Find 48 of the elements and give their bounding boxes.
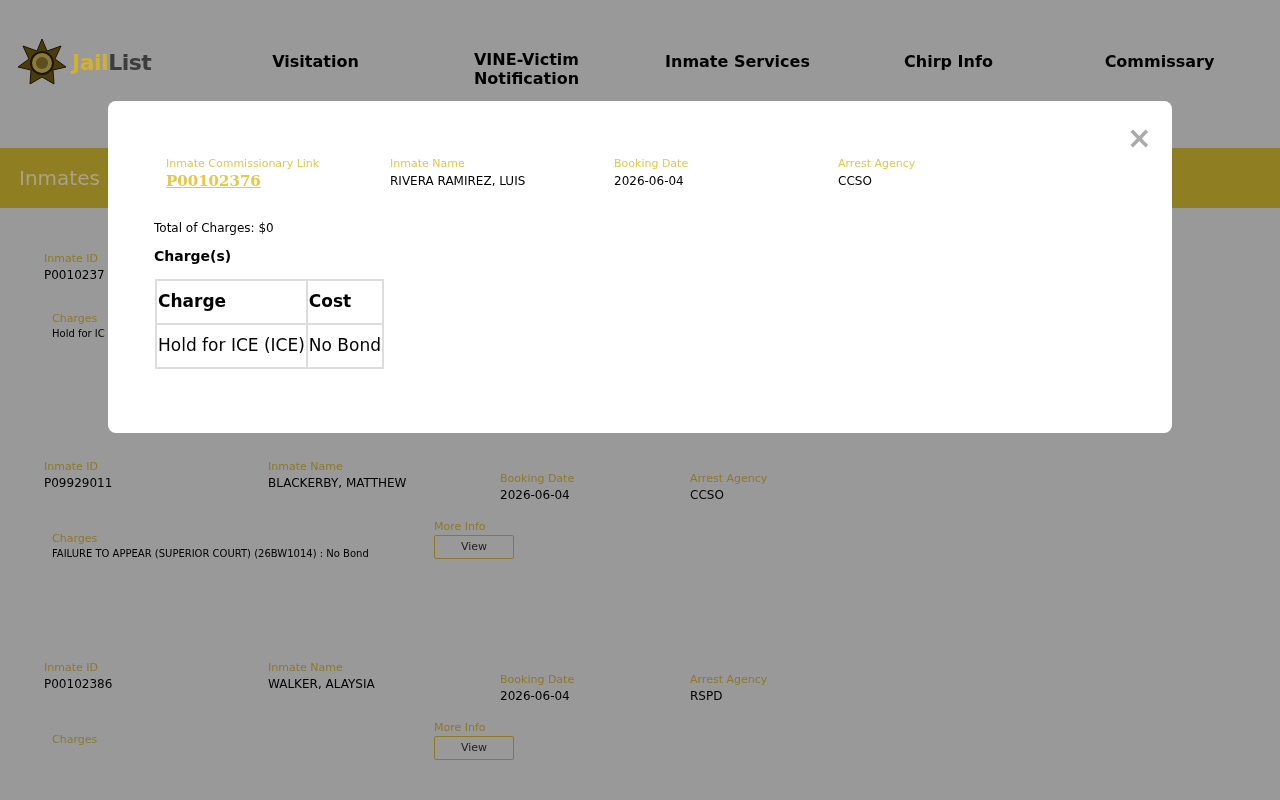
nav-link[interactable]: Commissary — [1104, 52, 1215, 71]
charge-text: Hold for IC — [52, 327, 105, 341]
field-value: P09929011 — [44, 475, 113, 492]
field-label: Arrest Agency — [838, 157, 916, 171]
column-header: Charge — [156, 280, 307, 324]
field-label: Inmate Commissionary Link — [166, 157, 320, 171]
field-label: Booking Date — [500, 472, 575, 486]
field-value: 2026-06-04 — [500, 688, 570, 705]
field-label: Arrest Agency — [690, 472, 768, 486]
page-heading: Inmates — [19, 165, 100, 192]
field-label: Inmate Name — [390, 157, 465, 171]
field-label: Inmate ID — [44, 460, 98, 474]
nav-link[interactable]: Visitation — [272, 52, 359, 71]
nav-link[interactable]: Inmate Services — [665, 52, 810, 71]
table-cell: No Bond — [306, 324, 383, 368]
field-label: Charges — [52, 733, 98, 747]
field-value: 2026-06-04 — [500, 487, 570, 504]
field-value: RIVERA RAMIREZ, LUIS — [390, 173, 526, 190]
logo-text[interactable]: JailList — [72, 46, 152, 79]
field-label: Inmate ID — [44, 252, 98, 266]
field-value: 2026-06-04 — [614, 173, 684, 190]
field-value: CCSO — [838, 173, 872, 190]
section-heading: Charge(s) — [154, 247, 233, 265]
nav-link[interactable]: VINE-Victim Notification — [461, 50, 592, 88]
field-value: P0010237 — [44, 267, 105, 284]
column-header: Cost — [306, 280, 383, 324]
field-label: More Info — [434, 520, 486, 534]
view-button[interactable]: View — [434, 736, 514, 760]
field-label: Inmate Name — [268, 460, 343, 474]
field-label: More Info — [434, 721, 486, 735]
field-label: Arrest Agency — [690, 673, 768, 687]
field-value: P00102386 — [44, 676, 113, 693]
field-label: Charges — [52, 312, 98, 326]
field-value: WALKER, ALAYSIA — [268, 676, 375, 693]
field-value: BLACKERBY, MATTHEW — [268, 475, 407, 492]
field-label: Booking Date — [614, 157, 689, 171]
field-value: RSPD — [690, 688, 723, 705]
field-value: CCSO — [690, 487, 724, 504]
table-cell: Hold for ICE (ICE) — [156, 324, 307, 368]
nav-link[interactable]: Chirp Info — [904, 52, 993, 71]
field-label: Inmate Name — [268, 661, 343, 675]
view-button[interactable]: View — [434, 535, 514, 559]
field-label: Inmate ID — [44, 661, 98, 675]
charge-text: FAILURE TO APPEAR (SUPERIOR COURT) (26BW1014) : No Bond — [52, 547, 369, 561]
star-badge-icon — [17, 37, 67, 88]
field-label: Booking Date — [500, 673, 575, 687]
field-label: Charges — [52, 532, 98, 546]
total-charges-text: Total of Charges: $0 — [154, 220, 275, 237]
